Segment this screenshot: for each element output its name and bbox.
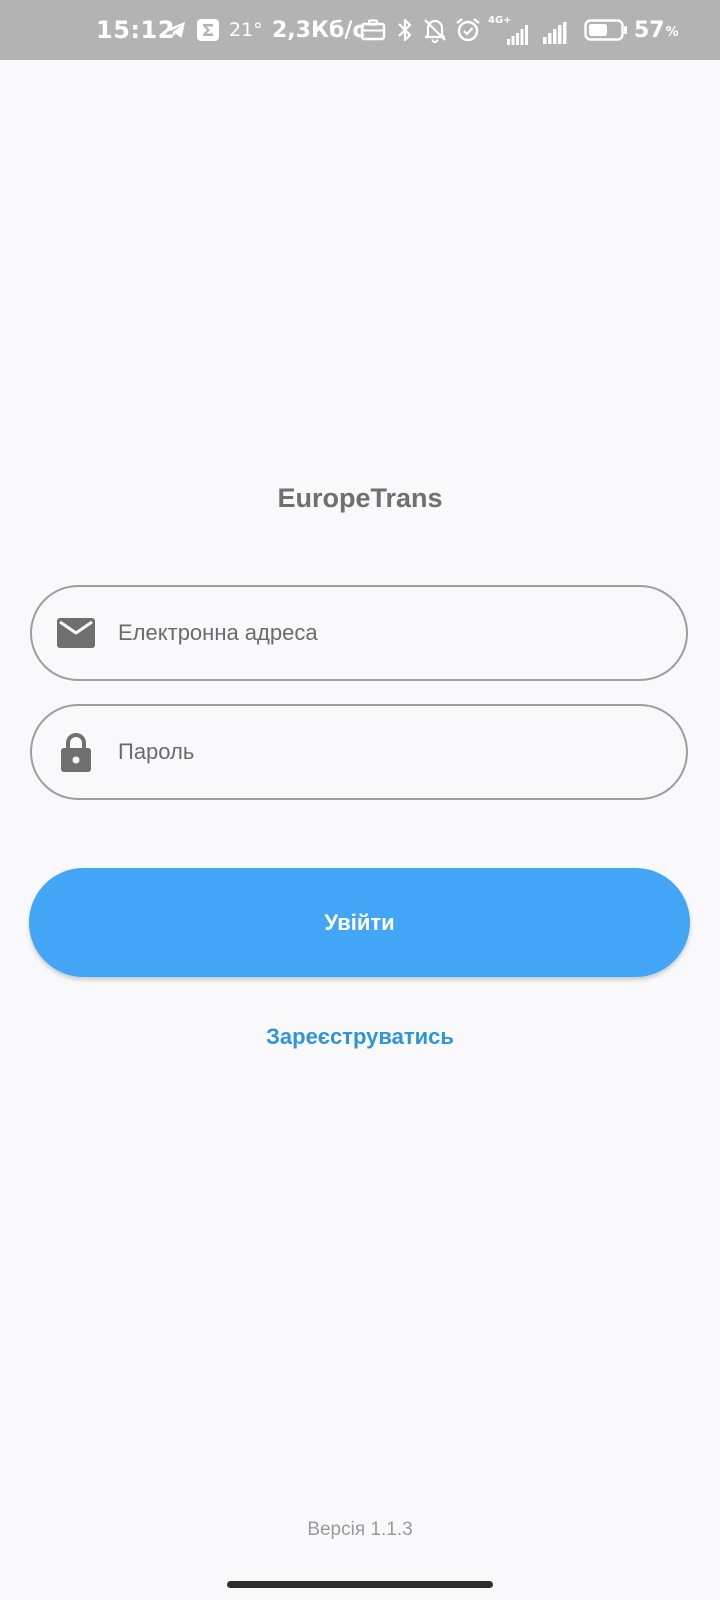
battery-percent-unit: %	[665, 24, 679, 40]
battery-percent: 57%	[634, 0, 679, 60]
app-title: EuropeTrans	[277, 483, 443, 513]
home-indicator[interactable]	[227, 1581, 493, 1588]
register-link[interactable]: Зареєструватись	[0, 1024, 720, 1050]
login-button[interactable]: Увійти	[29, 868, 690, 977]
telegram-icon	[164, 0, 188, 60]
sigma-icon	[196, 0, 220, 60]
lock-icon	[56, 706, 96, 798]
network-speed-text: 2,3Кб/с	[272, 17, 366, 43]
version-text: Версія 1.1.3	[307, 1519, 413, 1540]
signal-icon	[507, 0, 529, 60]
battery-icon	[584, 0, 628, 60]
password-input[interactable]	[118, 706, 658, 798]
bell-off-icon	[422, 0, 448, 60]
bluetooth-icon	[396, 0, 414, 60]
temperature-text: 21°	[229, 19, 263, 41]
email-field[interactable]	[30, 585, 688, 681]
mail-icon	[56, 587, 96, 679]
alarm-icon	[455, 0, 481, 60]
battery-percent-value: 57	[634, 17, 665, 43]
password-field[interactable]	[30, 704, 688, 800]
signal-icon	[543, 0, 567, 60]
briefcase-icon	[360, 0, 386, 60]
email-input[interactable]	[118, 587, 658, 679]
status-bar: 15:12 21° 2,3Кб/с 4G+ 57%	[0, 0, 720, 60]
